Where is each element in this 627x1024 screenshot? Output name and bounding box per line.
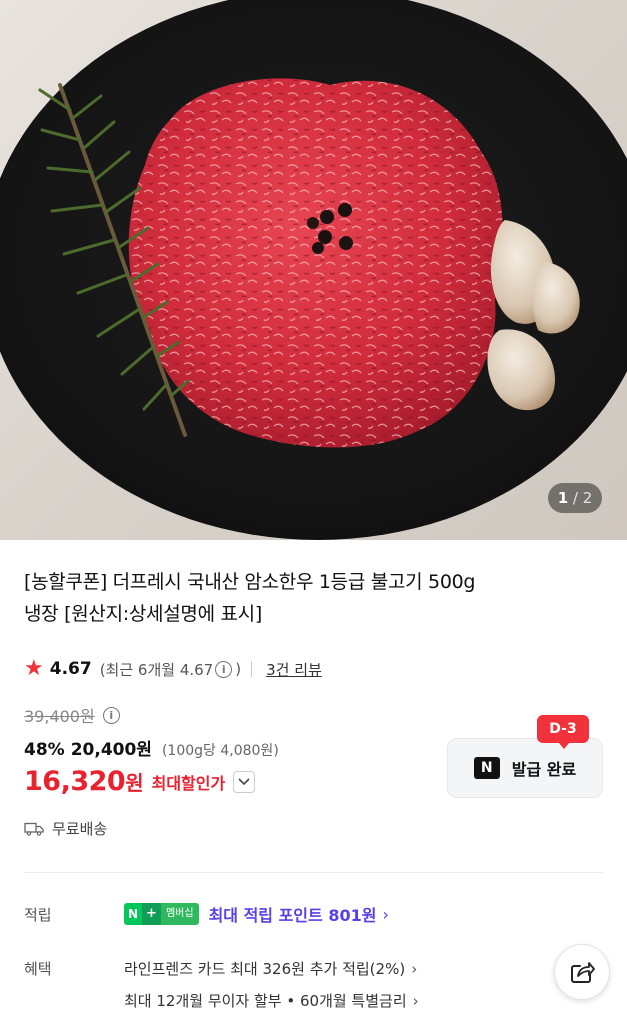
image-pager: 1 / 2 bbox=[548, 483, 602, 513]
discount-percent: 48% bbox=[24, 740, 65, 760]
benefit-text: 라인프렌즈 카드 최대 326원 추가 적립(2%) bbox=[124, 960, 406, 978]
pager-separator: / bbox=[572, 489, 578, 507]
share-icon bbox=[571, 962, 595, 983]
recent-rating-close: ) bbox=[235, 660, 242, 678]
badge-n: N bbox=[124, 903, 143, 925]
recent-rating-text: (최근 6개월 4.67 bbox=[99, 660, 214, 679]
share-button[interactable] bbox=[554, 944, 610, 1000]
section-divider bbox=[24, 872, 604, 873]
benefit-text: 최대 12개월 무이자 할부 • 60개월 특별금리 bbox=[124, 992, 407, 1010]
price-info-icon[interactable]: i bbox=[102, 706, 120, 724]
original-price-row: 39,400원 i bbox=[24, 703, 123, 727]
info-icon[interactable]: i bbox=[215, 660, 233, 678]
points-row-label: 적립 bbox=[24, 906, 52, 924]
star-icon: ★ bbox=[24, 656, 44, 681]
product-title: [농할쿠폰] 더프레시 국내산 암소한우 1등급 불고기 500g 냉장 [원산… bbox=[24, 566, 604, 630]
max-discount-price: 16,320 bbox=[24, 766, 126, 797]
truck-icon bbox=[24, 822, 44, 836]
divider bbox=[251, 661, 253, 677]
benefit-item[interactable]: 라인프렌즈 카드 최대 326원 추가 적립(2%) › bbox=[124, 958, 417, 979]
coupon-dday-badge: D-3 bbox=[537, 715, 589, 749]
rating-row: ★ 4.67 (최근 6개월 4.67 i ) 3건 리뷰 bbox=[24, 655, 322, 683]
max-discount-row[interactable]: 16,320 원 최대할인가 bbox=[24, 766, 256, 797]
coupon-label: 발급 완료 bbox=[511, 760, 577, 779]
shipping-row: 무료배송 bbox=[24, 818, 107, 839]
naver-n-icon: N bbox=[473, 757, 500, 779]
product-image[interactable]: 1 / 2 bbox=[0, 0, 627, 540]
max-points-text: 최대 적립 포인트 801원 bbox=[208, 906, 377, 925]
product-title-line1: [농할쿠폰] 더프레시 국내산 암소한우 1등급 불고기 500g bbox=[24, 571, 476, 593]
benefits-row-label: 혜택 bbox=[24, 960, 52, 978]
sale-price-row: 48% 20,400원 (100g당 4,080원) bbox=[24, 735, 279, 760]
badge-membership: 멤버십 bbox=[160, 903, 199, 925]
review-count-link[interactable]: 3건 리뷰 bbox=[266, 659, 322, 680]
chevron-right-icon: › bbox=[411, 959, 418, 978]
unit-price: (100g당 4,080원) bbox=[161, 743, 279, 759]
max-discount-won: 원 bbox=[125, 771, 144, 795]
naver-plus-membership-badge: N + 멤버십 bbox=[124, 903, 199, 925]
pager-current: 1 bbox=[557, 489, 569, 507]
chevron-down-icon[interactable] bbox=[233, 770, 256, 793]
recent-rating: (최근 6개월 4.67 i ) bbox=[100, 659, 241, 680]
product-title-line2: 냉장 [원산지:상세설명에 표시] bbox=[24, 603, 262, 625]
coupon-issued-button[interactable]: N 발급 완료 bbox=[447, 738, 603, 798]
pager-total: 2 bbox=[582, 489, 593, 507]
beef-bulgogi-photo bbox=[0, 0, 627, 540]
benefit-item[interactable]: 최대 12개월 무이자 할부 • 60개월 특별금리 › bbox=[124, 990, 419, 1011]
original-price: 39,400원 bbox=[24, 707, 95, 726]
max-discount-label: 최대할인가 bbox=[151, 773, 226, 793]
shipping-label: 무료배송 bbox=[52, 820, 108, 838]
chevron-right-icon: › bbox=[382, 904, 389, 924]
chevron-right-icon: › bbox=[412, 991, 419, 1010]
badge-plus: + bbox=[142, 903, 161, 925]
points-row[interactable]: N + 멤버십 최대 적립 포인트 801원 › bbox=[124, 902, 389, 926]
rating-score: 4.67 bbox=[49, 659, 92, 679]
sale-price: 20,400원 bbox=[70, 740, 152, 760]
